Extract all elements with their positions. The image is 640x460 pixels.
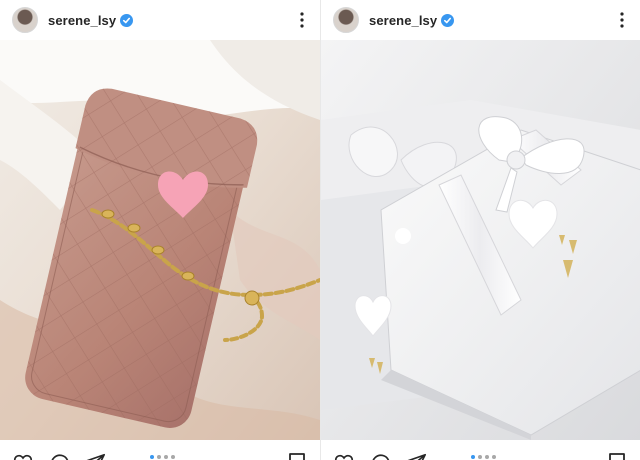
username[interactable]: serene_lsy <box>48 13 116 28</box>
post-header: serene_lsy <box>0 0 320 40</box>
carousel-dots <box>471 455 496 459</box>
carousel-dot <box>157 455 161 459</box>
post-2: serene_lsy <box>320 0 640 460</box>
carousel-dots <box>150 455 175 459</box>
comment-icon[interactable] <box>48 452 70 460</box>
heart-icon[interactable] <box>333 452 355 460</box>
bookmark-icon[interactable] <box>288 452 306 460</box>
carousel-dot <box>164 455 168 459</box>
feed: serene_lsy serene_lsy <box>0 0 640 460</box>
post-photo[interactable] <box>321 40 640 440</box>
more-options-icon[interactable] <box>294 11 310 29</box>
more-options-icon[interactable] <box>614 11 630 29</box>
post-header: serene_lsy <box>321 0 640 40</box>
giftbox-photo <box>321 40 640 440</box>
verified-badge-icon <box>441 13 455 27</box>
carousel-dot <box>492 455 496 459</box>
carousel-dot <box>478 455 482 459</box>
username[interactable]: serene_lsy <box>369 13 437 28</box>
carousel-dot <box>471 455 475 459</box>
avatar[interactable] <box>333 7 359 33</box>
paper-plane-icon[interactable] <box>84 452 106 460</box>
verified-badge-icon <box>120 13 134 27</box>
carousel-dot <box>171 455 175 459</box>
carousel-dot <box>485 455 489 459</box>
post-1: serene_lsy <box>0 0 320 460</box>
pouch-photo <box>0 40 320 440</box>
paper-plane-icon[interactable] <box>405 452 427 460</box>
post-photo[interactable] <box>0 40 320 440</box>
bookmark-icon[interactable] <box>608 452 626 460</box>
heart-icon[interactable] <box>12 452 34 460</box>
carousel-dot <box>150 455 154 459</box>
avatar[interactable] <box>12 7 38 33</box>
comment-icon[interactable] <box>369 452 391 460</box>
